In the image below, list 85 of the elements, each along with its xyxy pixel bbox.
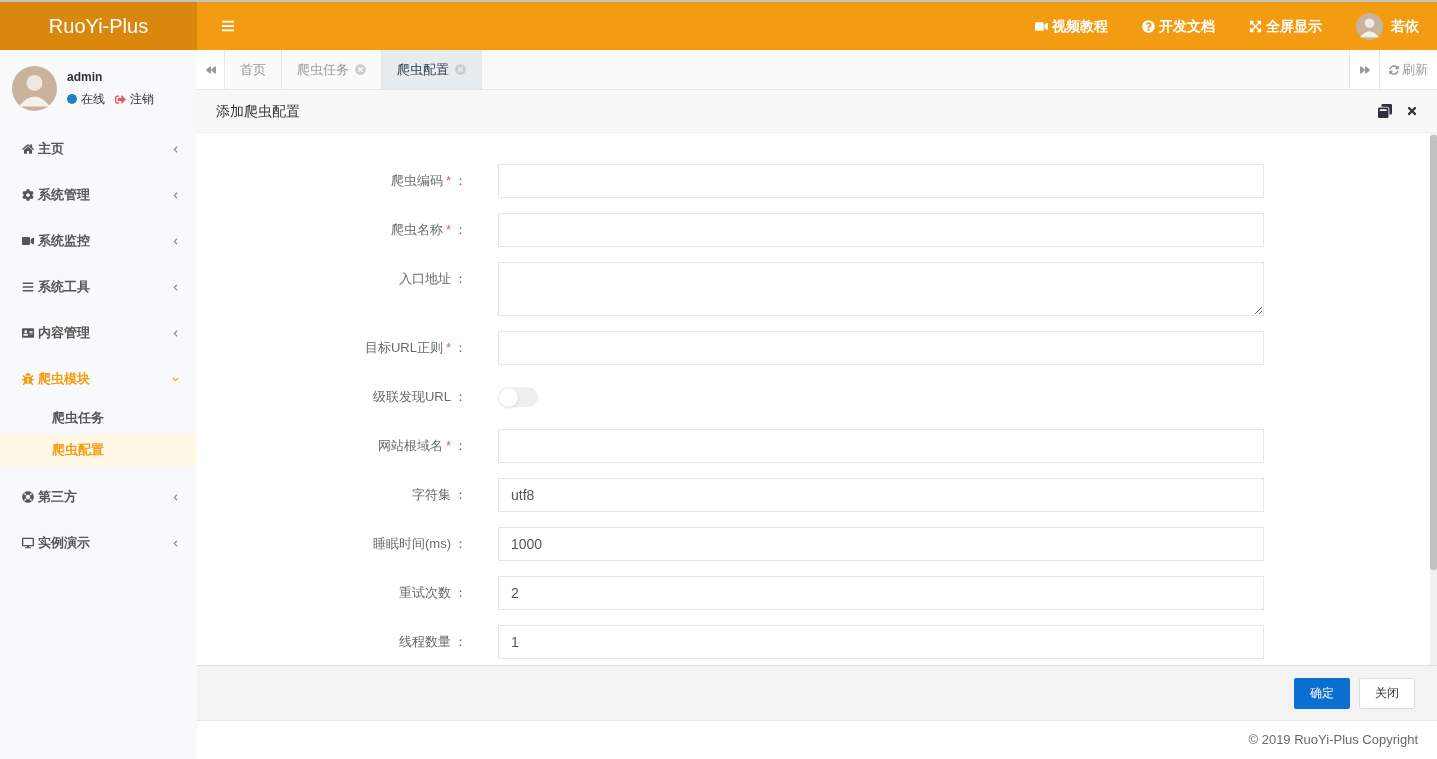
- input-field[interactable]: 1000: [498, 527, 1264, 561]
- scrollbar[interactable]: [1430, 133, 1437, 665]
- logout-icon: [115, 93, 126, 105]
- sidebar-item[interactable]: 实例演示: [0, 520, 197, 566]
- toggle-switch[interactable]: [498, 387, 538, 407]
- double-left-icon: [205, 64, 216, 75]
- scroll-right-button[interactable]: [1349, 50, 1379, 89]
- sidebar-item[interactable]: 第三方: [0, 474, 197, 520]
- input-field[interactable]: [498, 213, 1264, 247]
- input-field[interactable]: 2: [498, 576, 1264, 610]
- label-colon: ：: [454, 437, 467, 456]
- video-camera-icon: [1035, 19, 1048, 33]
- help-icon: [1142, 19, 1155, 33]
- close-tab-icon[interactable]: [355, 64, 366, 75]
- label-colon: ：: [454, 172, 467, 191]
- chevron-left-icon: [172, 539, 179, 547]
- sidebar-item[interactable]: 主页: [0, 126, 197, 172]
- input-field[interactable]: 1: [498, 625, 1264, 659]
- scroll-left-button[interactable]: [197, 50, 225, 89]
- label-colon: ：: [454, 486, 467, 505]
- tab[interactable]: 爬虫配置: [382, 50, 482, 89]
- label-colon: ：: [454, 584, 467, 603]
- input-field[interactable]: [498, 331, 1264, 365]
- double-right-icon: [1359, 64, 1370, 75]
- required-mark: *: [445, 339, 451, 358]
- label-colon: ：: [454, 339, 467, 358]
- maximize-icon[interactable]: [1378, 104, 1392, 118]
- sidebar-item[interactable]: 内容管理: [0, 310, 197, 356]
- sidebar-subitem[interactable]: 爬虫任务: [0, 402, 197, 434]
- input-field[interactable]: [498, 429, 1264, 463]
- copyright-text: © 2019 RuoYi-Plus Copyright: [1248, 731, 1418, 750]
- required-mark: *: [445, 221, 451, 240]
- monitor-icon: [22, 537, 34, 549]
- input-field[interactable]: utf8: [498, 478, 1264, 512]
- label-colon: ：: [454, 270, 467, 289]
- label-colon: ：: [454, 388, 467, 407]
- chevron-left-icon: [172, 237, 179, 245]
- chevron-left-icon: [172, 145, 179, 153]
- fullscreen-icon: [1249, 19, 1262, 33]
- online-status-icon: [67, 94, 77, 104]
- close-tab-icon[interactable]: [455, 64, 466, 75]
- chevron-left-icon: [172, 493, 179, 501]
- field-label: 入口地址: [399, 270, 451, 289]
- close-button[interactable]: 关闭: [1359, 677, 1415, 709]
- label-colon: ：: [454, 633, 467, 652]
- chevron-left-icon: [172, 329, 179, 337]
- bug-icon: [22, 373, 34, 385]
- field-label: 重试次数: [399, 584, 451, 603]
- confirm-button[interactable]: 确定: [1294, 677, 1350, 709]
- required-mark: *: [445, 172, 451, 191]
- close-icon[interactable]: [1406, 105, 1418, 117]
- id-card-icon: [22, 327, 34, 339]
- field-label: 级联发现URL: [373, 388, 451, 407]
- home-icon: [22, 143, 34, 155]
- status-text: 在线: [81, 91, 105, 108]
- user-name: admin: [67, 69, 104, 86]
- logo: RuoYi-Plus: [0, 2, 197, 50]
- chevron-left-icon: [172, 191, 179, 199]
- field-label: 目标URL正则: [364, 339, 443, 358]
- field-label: 字符集: [412, 486, 451, 505]
- logout-link[interactable]: 注销: [130, 90, 154, 108]
- life-ring-icon: [22, 491, 34, 503]
- gear-icon: [22, 189, 34, 201]
- sidebar-item[interactable]: 系统监控: [0, 218, 197, 264]
- input-field[interactable]: [498, 262, 1264, 316]
- label-colon: ：: [454, 221, 467, 240]
- sidebar-item[interactable]: 系统工具: [0, 264, 197, 310]
- dialog-title: 添加爬虫配置: [216, 101, 301, 121]
- video-camera-icon: [22, 235, 34, 247]
- input-field[interactable]: [498, 164, 1264, 198]
- chevron-down-icon: [172, 375, 179, 383]
- required-mark: *: [445, 437, 451, 456]
- field-label: 爬虫名称: [390, 221, 443, 240]
- menu-icon[interactable]: [221, 19, 235, 33]
- chevron-left-icon: [172, 283, 179, 291]
- list-icon: [22, 281, 34, 293]
- sidebar-item[interactable]: 系统管理: [0, 172, 197, 218]
- field-label: 睡眠时间(ms): [373, 535, 451, 554]
- field-label: 线程数量: [399, 633, 451, 652]
- field-label: 爬虫编码: [390, 172, 443, 191]
- refresh-icon: [1389, 64, 1399, 75]
- avatar: [12, 65, 57, 111]
- label-colon: ：: [454, 535, 467, 554]
- avatar: [1356, 12, 1383, 40]
- field-label: 网站根域名: [377, 437, 443, 456]
